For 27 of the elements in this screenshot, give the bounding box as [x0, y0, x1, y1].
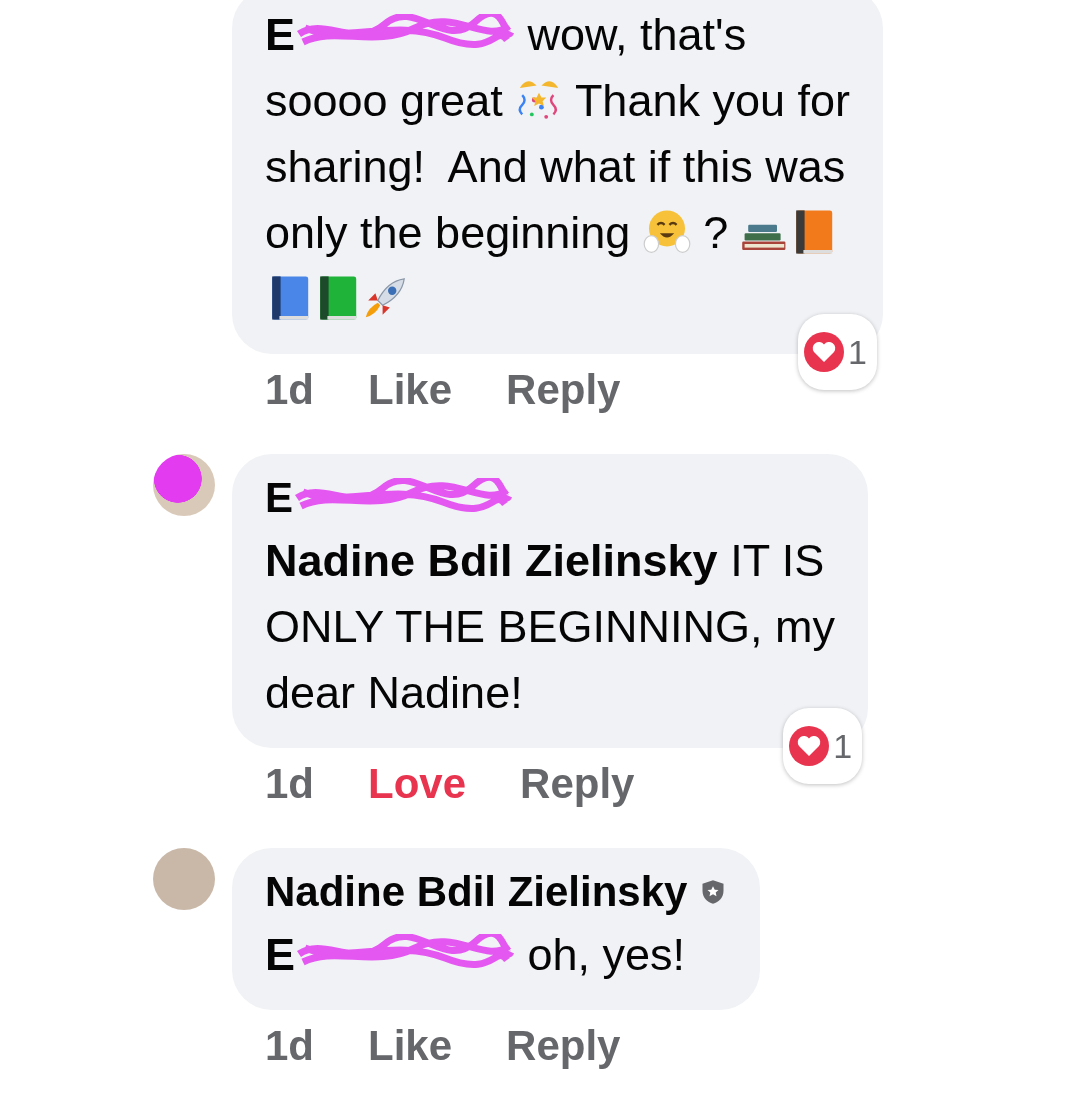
- comment-text: wow, that's: [526, 9, 747, 60]
- comment-text: Thank you for: [573, 75, 851, 126]
- comment-text: oh, yes!: [526, 929, 686, 980]
- comment-text: sharing! And what if this was: [265, 141, 846, 192]
- reply-button[interactable]: Reply: [520, 756, 635, 812]
- mention-link[interactable]: E: [265, 929, 295, 980]
- hugging-face-icon: [642, 208, 691, 256]
- mention-link[interactable]: Nadine Bdil Zielinsky: [265, 535, 718, 586]
- reaction-count-badge[interactable]: 1: [783, 708, 863, 784]
- reaction-button[interactable]: Love: [368, 756, 467, 812]
- reaction-button[interactable]: Like: [368, 1018, 453, 1074]
- timestamp[interactable]: 1d: [265, 756, 314, 812]
- comment-text: only the beginning: [265, 207, 632, 258]
- reaction-button[interactable]: Like: [368, 362, 453, 418]
- author-name[interactable]: E: [265, 468, 293, 528]
- timestamp[interactable]: 1d: [265, 362, 314, 418]
- comment-text: dear Nadine!: [265, 667, 523, 718]
- mention-link[interactable]: E: [265, 9, 295, 60]
- author-name[interactable]: Nadine Bdil Zielinsky: [265, 862, 688, 922]
- comment-text: ONLY THE BEGINNING, my: [265, 601, 836, 652]
- reply-button[interactable]: Reply: [506, 1018, 621, 1074]
- timestamp[interactable]: 1d: [265, 1018, 314, 1074]
- comment-text: IT IS: [729, 535, 825, 586]
- reaction-count-badge[interactable]: 1: [798, 314, 878, 390]
- comment-text: ?: [702, 207, 730, 258]
- reply-button[interactable]: Reply: [506, 362, 621, 418]
- comment-text: soooo great: [265, 75, 504, 126]
